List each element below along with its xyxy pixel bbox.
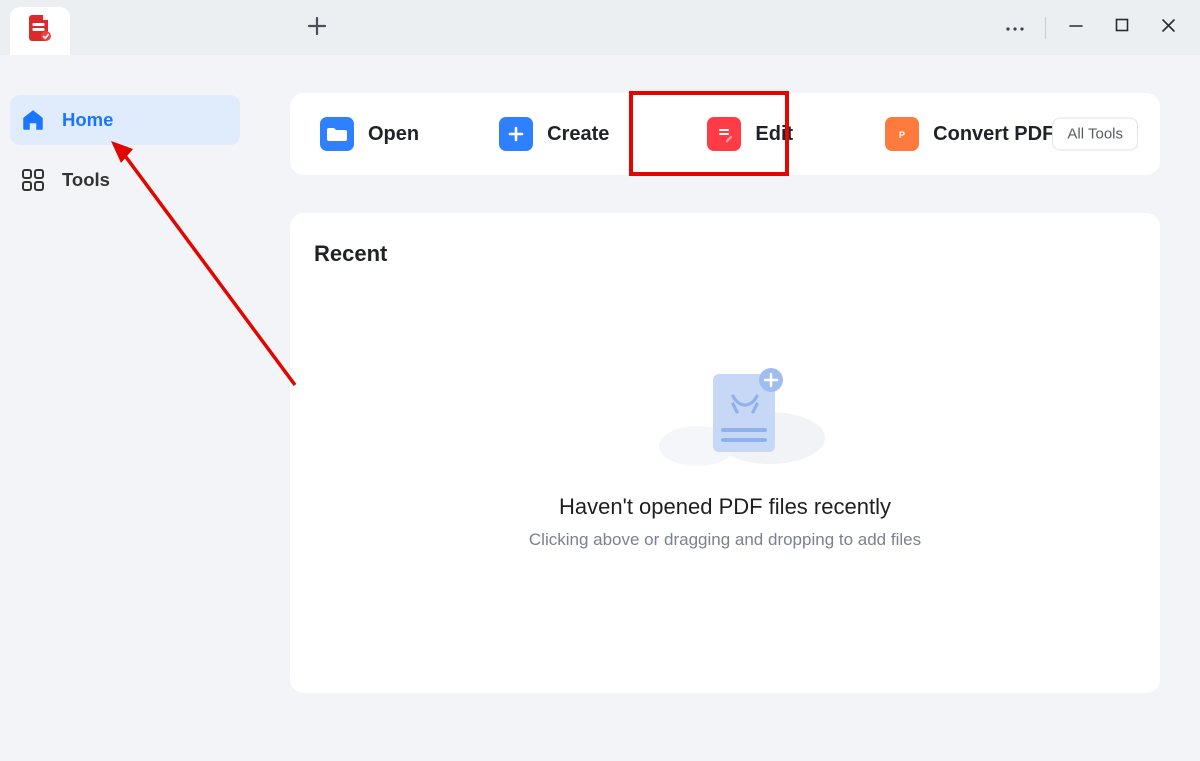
ellipsis-icon	[1005, 19, 1025, 37]
plus-square-icon	[499, 117, 533, 151]
maximize-button[interactable]	[1100, 8, 1144, 48]
close-icon	[1161, 18, 1176, 38]
new-tab-button[interactable]	[300, 11, 334, 45]
folder-icon	[320, 117, 354, 151]
open-button[interactable]: Open	[310, 110, 429, 158]
toolbar-card: Open Create Edit	[290, 93, 1160, 175]
svg-text:P: P	[899, 130, 905, 140]
home-icon	[18, 105, 48, 135]
recent-empty-state: Haven't opened PDF files recently Clicki…	[290, 368, 1160, 550]
app-logo-tab[interactable]	[10, 7, 70, 55]
sidebar-item-tools[interactable]: Tools	[10, 155, 240, 205]
empty-subtitle: Clicking above or dragging and dropping …	[290, 530, 1160, 550]
minimize-icon	[1068, 17, 1084, 38]
sidebar: Home Tools	[0, 55, 250, 761]
edit-document-icon	[707, 117, 741, 151]
empty-illustration[interactable]	[615, 368, 835, 468]
edit-button[interactable]: Edit	[697, 110, 803, 158]
window-controls	[993, 0, 1190, 55]
toolbar-label: Open	[368, 123, 419, 146]
content-area: Open Create Edit	[250, 55, 1200, 761]
sidebar-item-label: Tools	[62, 169, 110, 191]
sidebar-item-label: Home	[62, 109, 113, 131]
create-button[interactable]: Create	[489, 110, 619, 158]
toolbar-label: Edit	[755, 123, 793, 146]
toolbar-label: Convert PDF	[933, 123, 1054, 146]
sidebar-item-home[interactable]: Home	[10, 95, 240, 145]
empty-title: Haven't opened PDF files recently	[290, 494, 1160, 520]
maximize-icon	[1115, 18, 1129, 37]
titlebar	[0, 0, 1200, 55]
convert-pdf-icon: P	[885, 117, 919, 151]
close-button[interactable]	[1146, 8, 1190, 48]
minimize-button[interactable]	[1054, 8, 1098, 48]
convert-pdf-button[interactable]: P Convert PDF	[875, 110, 1064, 158]
main-area: Home Tools Open	[0, 55, 1200, 761]
all-tools-button[interactable]: All Tools	[1052, 118, 1138, 151]
recent-card: Recent Haven't opened PDF files recently…	[290, 213, 1160, 693]
toolbar-label: Create	[547, 123, 609, 146]
plus-icon	[308, 14, 326, 42]
recent-title: Recent	[314, 241, 1136, 267]
divider	[1045, 17, 1046, 39]
pdf-app-icon	[24, 12, 56, 49]
tools-grid-icon	[18, 165, 48, 195]
more-menu-button[interactable]	[993, 8, 1037, 48]
